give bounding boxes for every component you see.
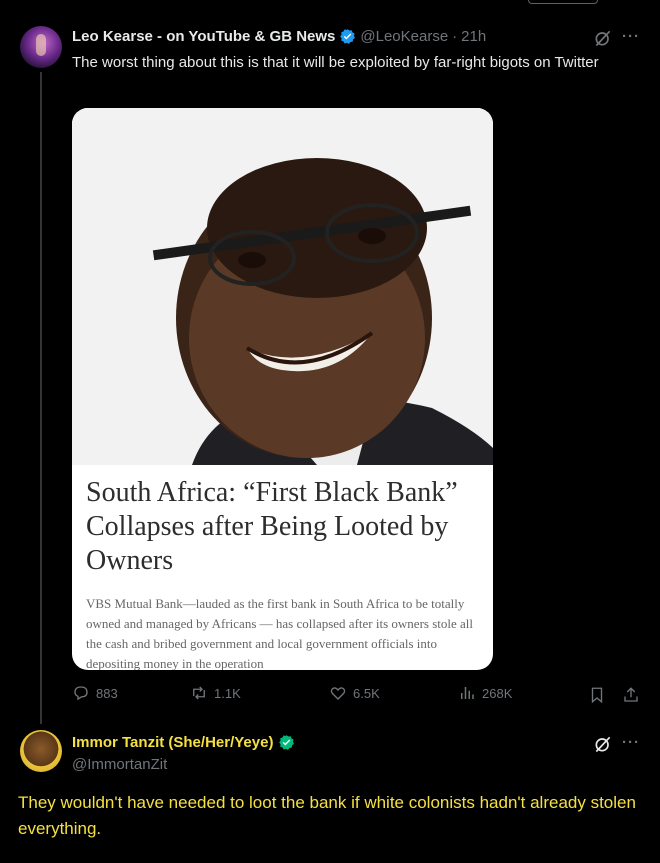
article-summary: VBS Mutual Bank—lauded as the first bank… bbox=[86, 596, 473, 670]
repost-button[interactable]: 1.1K bbox=[190, 684, 241, 702]
repost-count: 1.1K bbox=[214, 685, 241, 701]
tweet-leo-kearse[interactable]: Leo Kearse - on YouTube & GB News @LeoKe… bbox=[0, 0, 660, 724]
tweet-actions: 883 1.1K 6.5K 268K bbox=[72, 684, 642, 706]
share-icon[interactable] bbox=[622, 686, 640, 704]
reply-button[interactable]: 883 bbox=[72, 684, 118, 702]
separator-dot: · bbox=[452, 28, 458, 45]
verified-badge-icon bbox=[279, 735, 295, 750]
link-card[interactable]: South Africa: “First Black Bank” Collaps… bbox=[72, 108, 493, 670]
like-count: 6.5K bbox=[353, 685, 380, 701]
article-photo bbox=[72, 108, 493, 465]
more-icon[interactable]: ··· bbox=[622, 28, 640, 45]
tweet-header: Leo Kearse - on YouTube & GB News @LeoKe… bbox=[72, 28, 486, 45]
grok-icon[interactable] bbox=[593, 28, 613, 48]
tweet-text: The worst thing about this is that it wi… bbox=[72, 54, 599, 71]
views-count: 268K bbox=[482, 685, 513, 701]
author-handle[interactable]: @ImmortanZit bbox=[72, 756, 167, 773]
bookmark-icon[interactable] bbox=[588, 686, 606, 704]
thread-connector-line bbox=[40, 72, 42, 724]
views-button[interactable]: 268K bbox=[458, 684, 512, 702]
like-icon bbox=[330, 687, 346, 700]
portrait-illustration bbox=[72, 108, 493, 465]
timestamp[interactable]: 21h bbox=[461, 28, 486, 45]
author-handle[interactable]: @LeoKearse bbox=[360, 28, 448, 45]
avatar[interactable] bbox=[20, 26, 62, 68]
author-name[interactable]: Leo Kearse - on YouTube & GB News bbox=[72, 28, 335, 45]
tweet-header: Immor Tanzit (She/Her/Yeye) bbox=[72, 734, 299, 751]
verified-badge-icon bbox=[340, 29, 356, 44]
reply-icon bbox=[74, 686, 88, 701]
author-name[interactable]: Immor Tanzit (She/Her/Yeye) bbox=[72, 734, 273, 751]
repost-icon bbox=[193, 686, 205, 700]
tweet-text: They wouldn't have needed to loot the ba… bbox=[18, 793, 636, 838]
tweet-immor-tanzit[interactable]: Immor Tanzit (She/Her/Yeye) @ImmortanZit… bbox=[0, 720, 660, 863]
grok-icon[interactable] bbox=[593, 734, 613, 754]
reply-count: 883 bbox=[96, 685, 118, 701]
like-button[interactable]: 6.5K bbox=[329, 684, 380, 702]
more-icon[interactable]: ··· bbox=[622, 734, 640, 751]
article-title[interactable]: South Africa: “First Black Bank” Collaps… bbox=[86, 476, 486, 578]
avatar[interactable] bbox=[20, 730, 62, 772]
views-icon bbox=[461, 687, 474, 699]
